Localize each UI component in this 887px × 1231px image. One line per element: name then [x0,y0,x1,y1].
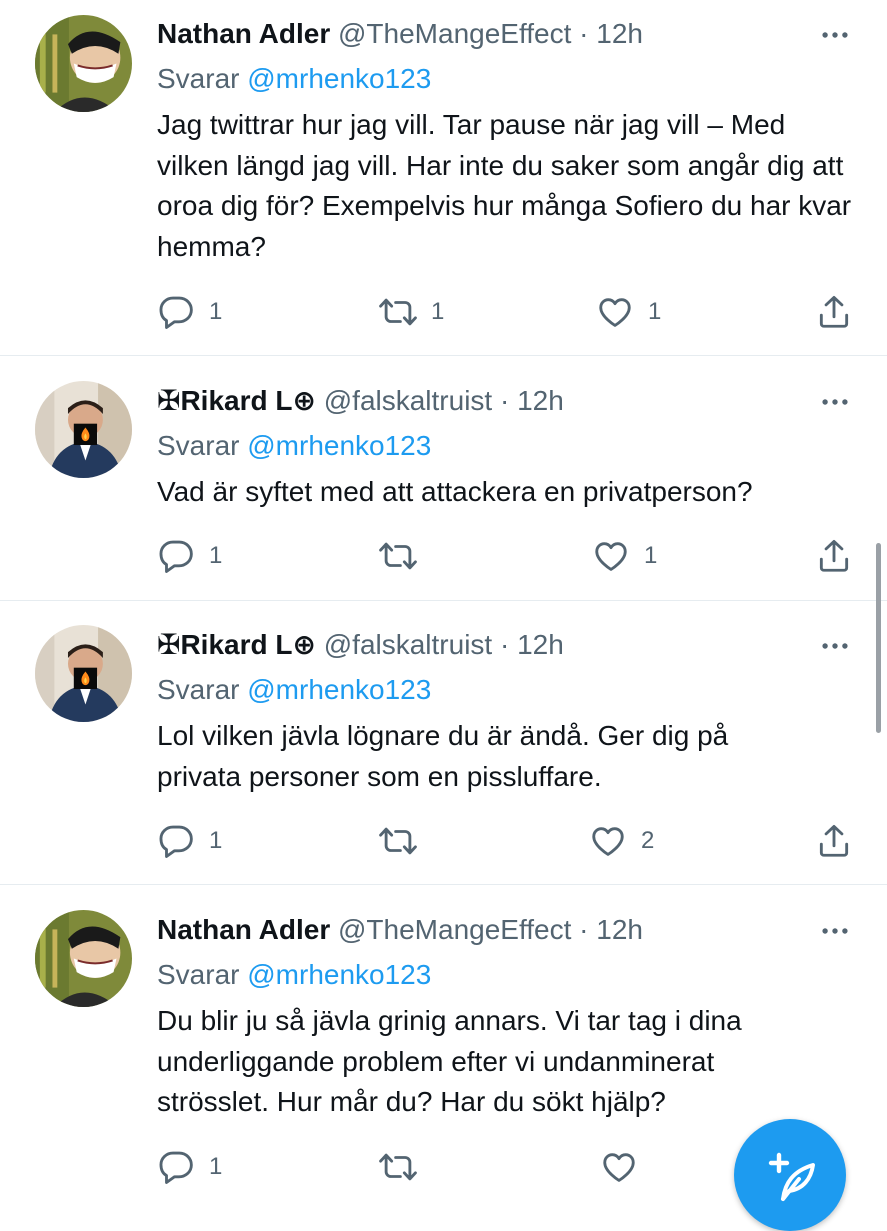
avatar-rikard-l[interactable] [35,625,132,722]
reply-icon [157,822,195,860]
replying-prefix: Svarar [157,674,240,705]
separator: · [499,385,510,416]
handle[interactable]: @falskaltruist [324,385,492,416]
handle[interactable]: @TheMangeEffect [338,914,571,945]
handle[interactable]: @falskaltruist [324,629,492,660]
like-icon [592,537,630,575]
share-icon [815,822,853,860]
reply-count: 1 [209,1153,223,1180]
like-button[interactable]: 1 [592,536,657,576]
tweet-text: Jag twittrar hur jag vill. Tar pause när… [157,109,852,262]
action-bar: 1 2 [157,821,857,861]
avatar-rikard-l[interactable] [35,381,132,478]
reply-count: 1 [209,298,223,325]
timestamp[interactable]: 12h [517,385,564,416]
tweet-text: Du blir ju så jävla grinig annars. Vi ta… [157,1005,742,1117]
tweet-header: Nathan Adler @TheMangeEffect · 12h [157,910,643,950]
avatar-nathan-adler[interactable] [35,910,132,1007]
replying-to: Svarar @mrhenko123 [157,59,431,99]
mention-link[interactable]: @mrhenko123 [247,63,431,94]
like-button[interactable]: 2 [589,821,654,861]
like-button[interactable] [600,1147,652,1187]
retweet-icon [379,537,417,575]
display-name[interactable]: Nathan Adler [157,18,330,49]
more-icon[interactable] [818,385,852,419]
timestamp[interactable]: 12h [596,914,643,945]
reply-button[interactable]: 1 [157,1147,222,1187]
like-icon [596,293,634,331]
like-count: 1 [644,542,658,569]
more-icon[interactable] [818,629,852,663]
retweet-count: 1 [431,298,445,325]
separator: · [579,18,589,49]
reply-button[interactable]: 1 [157,536,222,576]
tweet-header: ✠Rikard L⊕ @falskaltruist · 12h [157,625,564,665]
action-bar: 1 1 1 [157,292,857,332]
like-button[interactable]: 1 [596,292,661,332]
like-count: 2 [641,827,655,854]
share-button[interactable] [815,821,853,861]
separator: · [579,914,589,945]
reply-button[interactable]: 1 [157,292,222,332]
more-icon[interactable] [818,914,852,948]
reply-icon [157,537,195,575]
tweet-3[interactable]: ✠Rikard L⊕ @falskaltruist · 12h Svarar @… [0,601,887,884]
replying-prefix: Svarar [157,430,240,461]
replying-to: Svarar @mrhenko123 [157,426,431,466]
handle[interactable]: @TheMangeEffect [338,18,571,49]
replying-to: Svarar @mrhenko123 [157,955,431,995]
retweet-button[interactable]: 1 [379,292,444,332]
mention-link[interactable]: @mrhenko123 [247,674,431,705]
share-icon [815,293,853,331]
compose-tweet-button[interactable] [734,1119,846,1231]
reply-button[interactable]: 1 [157,821,222,861]
action-bar: 1 1 [157,536,857,576]
mention-link[interactable]: @mrhenko123 [247,959,431,990]
display-name[interactable]: ✠Rikard L⊕ [157,385,316,416]
timestamp[interactable]: 12h [517,629,564,660]
retweet-icon [379,1148,417,1186]
tweet-header: Nathan Adler @TheMangeEffect · 12h [157,14,643,54]
tweet-header: ✠Rikard L⊕ @falskaltruist · 12h [157,381,564,421]
avatar-nathan-adler[interactable] [35,15,132,112]
retweet-button[interactable] [379,1147,431,1187]
tweet-1[interactable]: Nathan Adler @TheMangeEffect · 12h Svara… [0,0,887,355]
more-icon[interactable] [818,18,852,52]
tweet-2[interactable]: ✠Rikard L⊕ @falskaltruist · 12h Svarar @… [0,356,887,600]
mention-link[interactable]: @mrhenko123 [247,430,431,461]
share-button[interactable] [815,536,853,576]
reply-icon [157,1148,195,1186]
like-icon [600,1148,638,1186]
reply-count: 1 [209,542,223,569]
separator: · [499,629,510,660]
timestamp[interactable]: 12h [596,18,643,49]
replying-prefix: Svarar [157,63,240,94]
tweet-text: Lol vilken jävla lögnare du är ändå. Ger… [157,720,729,792]
retweet-icon [379,293,417,331]
display-name[interactable]: ✠Rikard L⊕ [157,629,316,660]
share-button[interactable] [815,292,853,332]
retweet-button[interactable] [379,536,431,576]
reply-icon [157,293,195,331]
retweet-icon [379,822,417,860]
like-icon [589,822,627,860]
retweet-button[interactable] [379,821,431,861]
replying-to: Svarar @mrhenko123 [157,670,431,710]
display-name[interactable]: Nathan Adler [157,914,330,945]
tweet-text: Vad är syftet med att attackera en priva… [157,476,753,507]
reply-count: 1 [209,827,223,854]
replying-prefix: Svarar [157,959,240,990]
like-count: 1 [648,298,662,325]
compose-tweet-icon [768,1152,815,1201]
share-icon [815,537,853,575]
scrollbar-thumb[interactable] [876,543,881,733]
